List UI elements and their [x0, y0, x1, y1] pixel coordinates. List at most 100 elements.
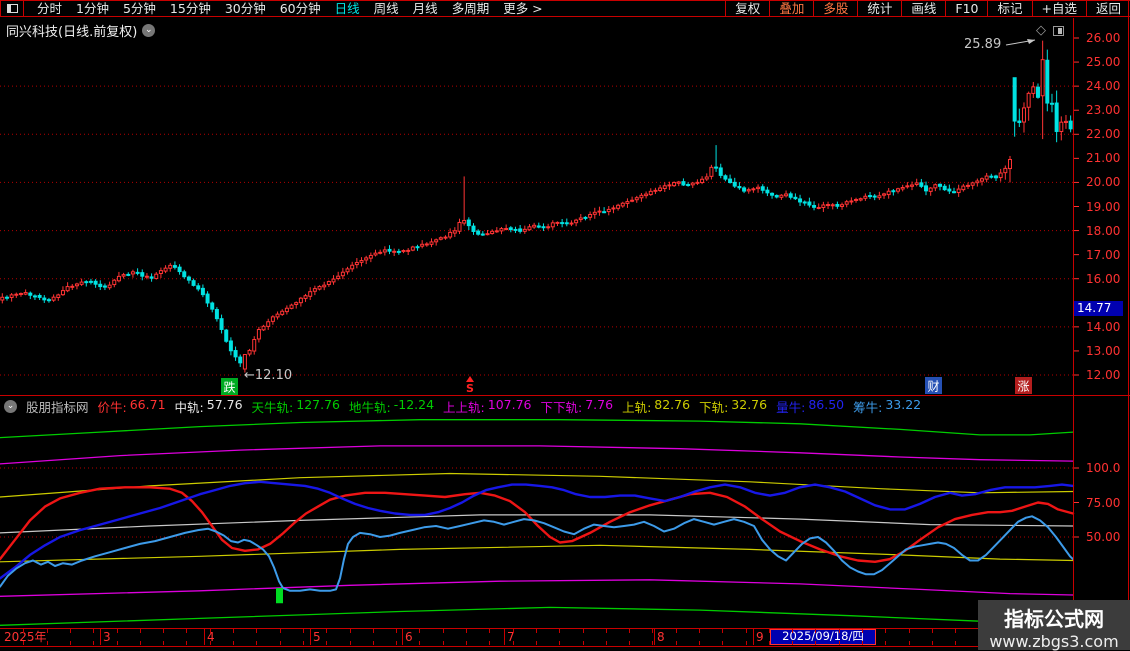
period-menu: 分时1分钟5分钟15分钟30分钟60分钟日线周线月线多周期更多 > — [30, 1, 550, 16]
candle — [855, 198, 858, 203]
timeline-minor-tick — [536, 629, 537, 633]
candle — [145, 273, 148, 279]
period-item-5[interactable]: 30分钟 — [218, 1, 273, 16]
period-item-8[interactable]: 周线 — [367, 1, 406, 16]
candle — [164, 265, 167, 273]
candle — [99, 280, 102, 290]
candle — [463, 176, 466, 225]
volume-bull-line — [0, 482, 1073, 579]
period-item-11[interactable]: 更多 > — [496, 1, 549, 16]
candle — [341, 268, 344, 279]
timeline-minor-tick — [280, 629, 281, 633]
period-item-3[interactable]: 5分钟 — [116, 1, 163, 16]
candle — [794, 193, 797, 200]
candle — [173, 261, 176, 269]
candle — [178, 264, 181, 274]
candle — [593, 208, 596, 219]
candle — [962, 184, 965, 192]
timeline-minor-tick — [559, 641, 560, 645]
candle — [369, 253, 372, 263]
candle — [519, 225, 522, 234]
tool-item-2[interactable]: 叠加 — [770, 1, 813, 16]
watermark-url: www.zbgs3.com — [978, 632, 1130, 651]
candle — [467, 217, 470, 230]
timeline-minor-tick — [326, 641, 327, 645]
candle — [1004, 165, 1007, 179]
candle — [701, 176, 704, 184]
candle — [290, 304, 293, 310]
last-date-label: 2025/09/18/四 — [770, 629, 876, 645]
timeline-minor-tick — [419, 629, 420, 633]
candle — [598, 207, 601, 216]
candle — [1055, 91, 1058, 143]
candle — [374, 250, 377, 257]
candle — [561, 219, 564, 227]
candle — [864, 193, 867, 200]
window-toggle-button[interactable] — [0, 1, 24, 16]
period-item-7[interactable]: 日线 — [328, 1, 367, 16]
tool-item-8[interactable]: +自选 — [1033, 1, 1086, 16]
timeline-top-border — [0, 628, 1130, 629]
tool-item-1[interactable]: 复权 — [726, 1, 769, 16]
candle — [1008, 156, 1011, 183]
tool-item-7[interactable]: 标记 — [988, 1, 1031, 16]
period-item-4[interactable]: 15分钟 — [163, 1, 218, 16]
candle — [327, 281, 330, 287]
tool-item-3[interactable]: 多股 — [814, 1, 857, 16]
candle — [743, 186, 746, 193]
candle — [421, 240, 424, 248]
period-item-10[interactable]: 多周期 — [445, 1, 497, 16]
timeline-minor-tick — [699, 641, 700, 645]
candle — [481, 231, 484, 236]
candle — [253, 336, 256, 354]
candle — [775, 194, 778, 198]
timeline-minor-tick — [489, 641, 490, 645]
candle — [957, 185, 960, 197]
candle — [696, 179, 699, 185]
period-item-2[interactable]: 1分钟 — [69, 1, 116, 16]
timeline-minor-tick — [163, 641, 164, 645]
period-item-1[interactable]: 分时 — [30, 1, 69, 16]
candle — [71, 284, 74, 290]
tool-item-9[interactable]: 返回 — [1087, 1, 1130, 16]
tool-item-4[interactable]: 统计 — [858, 1, 901, 16]
candle — [19, 293, 22, 297]
period-item-6[interactable]: 60分钟 — [273, 1, 328, 16]
candle — [971, 182, 974, 190]
timeline-minor-tick — [326, 629, 327, 633]
candle — [897, 188, 900, 194]
candle — [472, 223, 475, 235]
timeline-minor-tick — [303, 629, 304, 633]
timeline-minor-tick — [652, 641, 653, 645]
candle — [136, 268, 139, 275]
candle — [761, 184, 764, 193]
timeline-minor-tick — [559, 629, 560, 633]
timeline-minor-tick — [746, 641, 747, 645]
candle — [584, 216, 587, 220]
candle — [262, 325, 265, 331]
candle — [285, 305, 288, 314]
candle — [808, 198, 811, 208]
candle — [337, 272, 340, 281]
candle — [495, 227, 498, 233]
candle — [299, 297, 302, 307]
candle — [155, 272, 158, 280]
candle — [603, 207, 606, 213]
candle — [10, 293, 13, 302]
candle — [346, 267, 349, 275]
candle — [1027, 92, 1030, 121]
candle — [271, 315, 274, 325]
price-axis-marker: 14.77 — [1074, 301, 1123, 316]
price-axis-label: 22.00 — [1086, 127, 1120, 141]
candle — [621, 202, 624, 208]
candle — [575, 219, 578, 226]
tool-item-6[interactable]: F10 — [946, 1, 987, 16]
timeline-minor-tick — [280, 641, 281, 645]
candle — [1064, 115, 1067, 129]
candle — [211, 302, 214, 313]
candle — [836, 202, 839, 209]
period-item-9[interactable]: 月线 — [406, 1, 445, 16]
candle — [985, 173, 988, 182]
upper-upper-band — [0, 446, 1073, 464]
tool-item-5[interactable]: 画线 — [902, 1, 945, 16]
